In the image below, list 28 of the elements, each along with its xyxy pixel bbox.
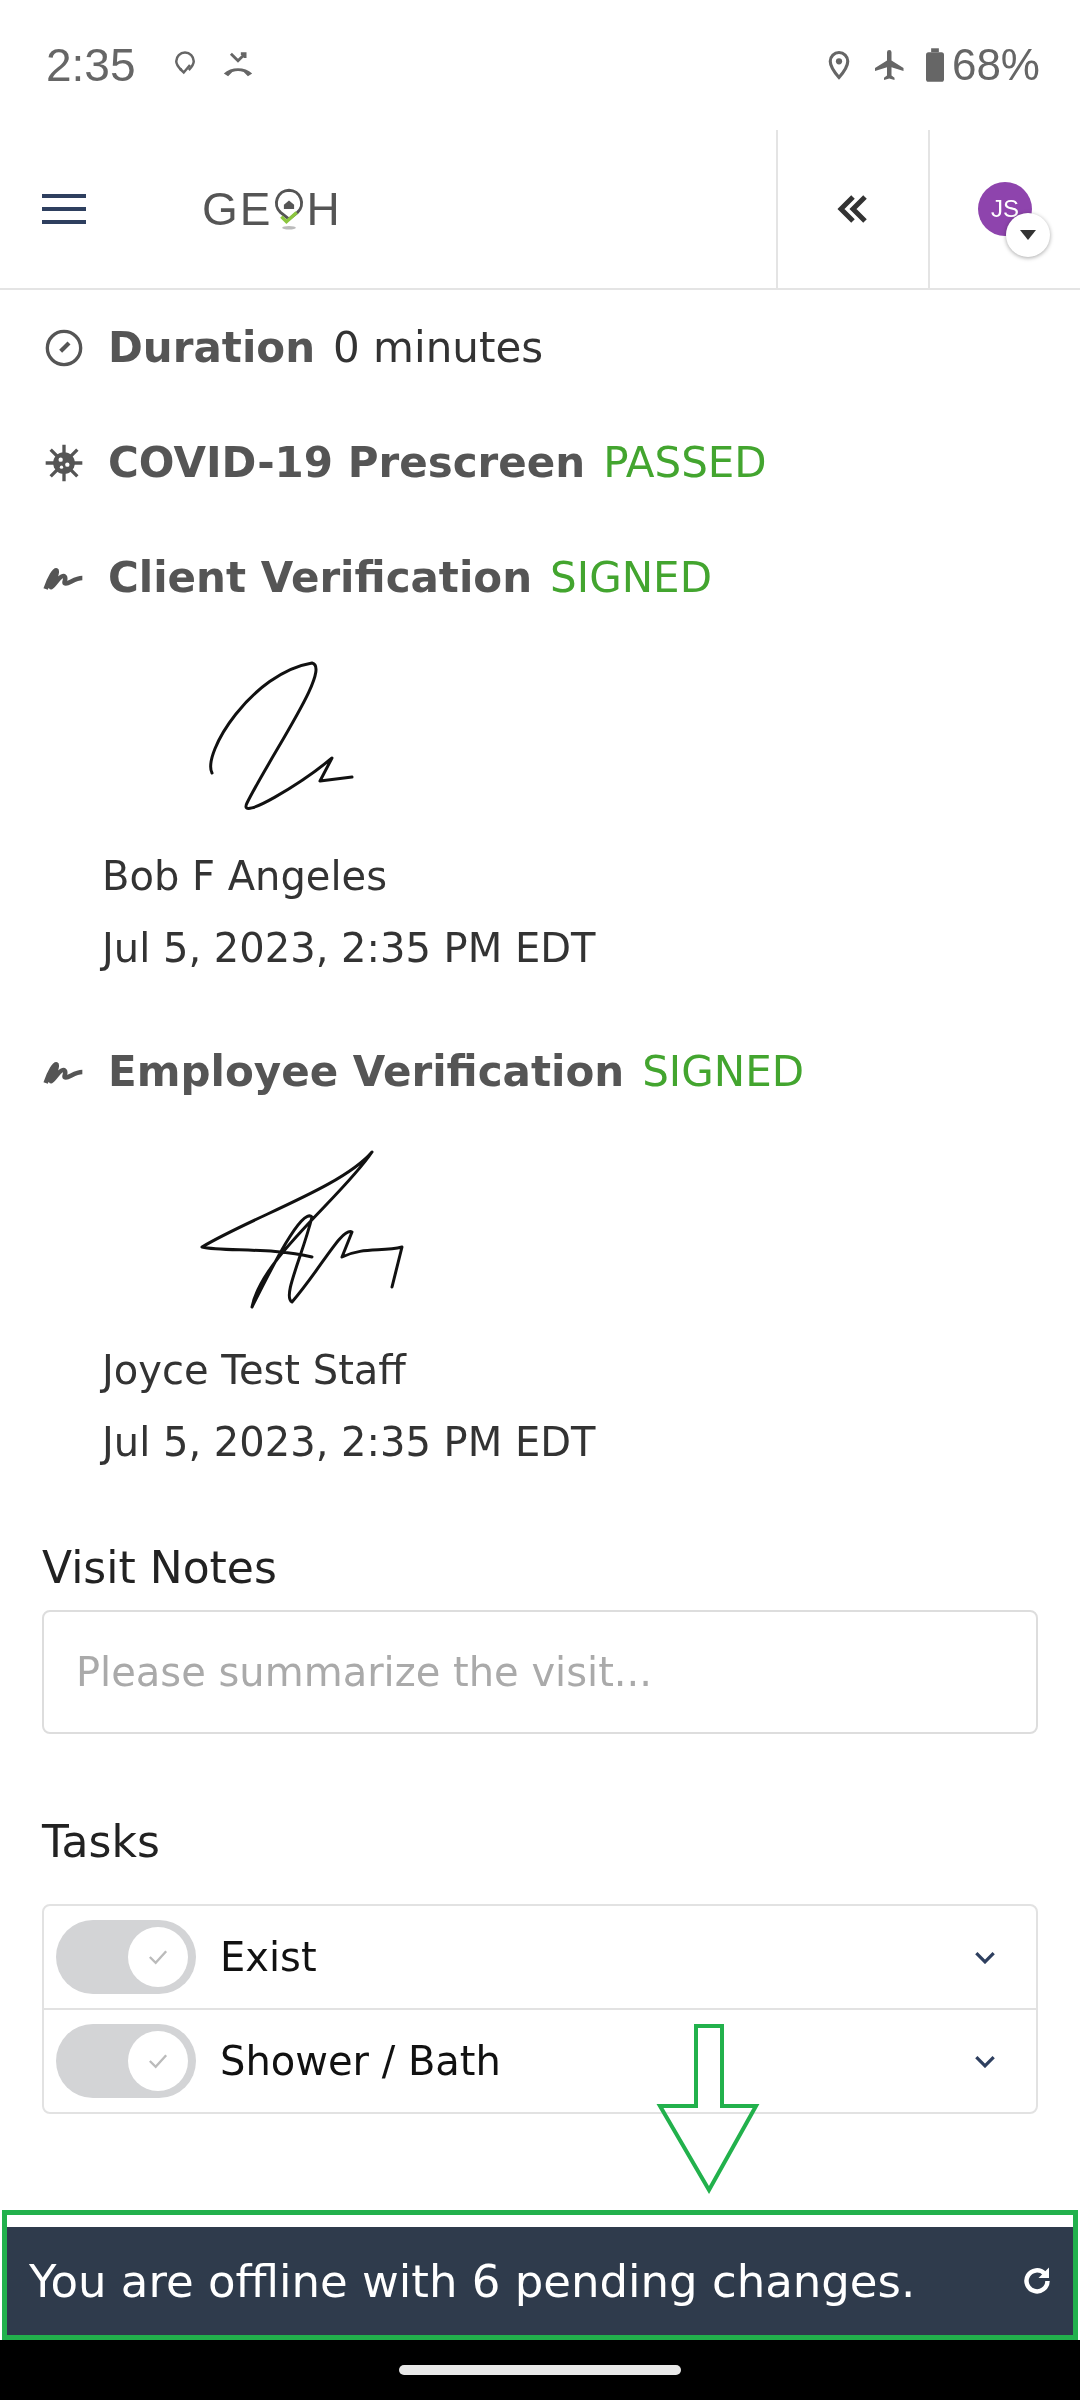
logo: GE H (202, 182, 342, 237)
home-handle[interactable] (399, 2365, 681, 2375)
task-label: Exist (220, 1934, 317, 1980)
battery-level: 68% (951, 40, 1040, 90)
detail-label: Client Verification (108, 553, 533, 602)
detail-value: PASSED (603, 438, 767, 487)
chevron-down-icon[interactable] (974, 1950, 996, 1964)
signer-name: Bob F Angeles (101, 852, 389, 901)
section-title: Tasks (42, 1815, 161, 1869)
detail-label: Employee Verification (108, 1047, 625, 1096)
signature-date: Jul 5, 2023, 2:35 PM EDT (99, 1418, 597, 1467)
detail-value: SIGNED (550, 553, 712, 602)
battery-icon (925, 48, 944, 82)
signer-name: Joyce Test Staff (99, 1346, 408, 1395)
detail-label: COVID-19 Prescreen (108, 438, 586, 487)
detail-value: SIGNED (642, 1047, 805, 1096)
menu-icon (42, 194, 86, 224)
account-button[interactable]: JS (928, 130, 1080, 288)
signature-date: Jul 5, 2023, 2:35 PM EDT (99, 924, 597, 973)
task-label: Shower / Bath (220, 2038, 501, 2084)
chevron-down-icon[interactable] (974, 2054, 996, 2068)
notes-field[interactable]: Please summarize the visit... (42, 1610, 1038, 1734)
detail-value: 0 minutes (333, 323, 544, 372)
status-time: 2:35 (46, 38, 136, 92)
section-title: Visit Notes (42, 1541, 278, 1595)
detail-label: Duration (108, 323, 316, 372)
caret-icon (1020, 230, 1036, 240)
offline-message: You are offline with 6 pending changes. (29, 2254, 916, 2308)
